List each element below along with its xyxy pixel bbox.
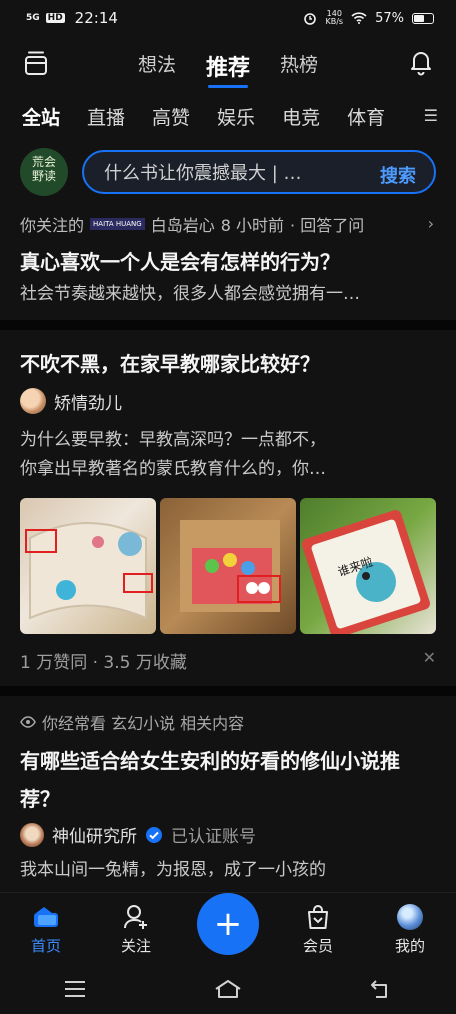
top-navigation: 想法 推荐 热榜 — [0, 40, 456, 88]
picture-book-illustration: 谁来啦 — [302, 510, 430, 634]
hd-badge: HD — [45, 13, 65, 23]
answer-excerpt[interactable]: 为什么要早教：早教高深吗？一点都不， 你拿出早教著名的蒙氏教育什么的，你… — [20, 426, 326, 484]
create-post-button[interactable]: + — [197, 893, 259, 955]
home-nav-icon[interactable] — [214, 979, 242, 999]
alarm-icon — [304, 13, 317, 25]
author-name[interactable]: 神仙研究所 — [52, 822, 137, 847]
wifi-icon — [351, 12, 367, 24]
avatar — [397, 904, 423, 930]
menu-icon[interactable] — [64, 980, 86, 998]
answer-image[interactable]: 谁来啦 — [300, 498, 436, 634]
category-menu-icon[interactable]: ☰ — [424, 106, 438, 125]
question-title[interactable]: 不吹不黑，在家早教哪家比较好？ — [20, 348, 320, 380]
search-placeholder: 什么书让你震撼最大 | … — [104, 163, 302, 184]
author-row[interactable]: 矫情劲儿 — [20, 388, 122, 414]
verified-label: 已认证账号 — [171, 827, 256, 847]
avatar[interactable] — [20, 822, 44, 847]
avatar[interactable] — [20, 388, 46, 414]
author-name[interactable]: 白岛岩心 — [151, 212, 215, 236]
answer-excerpt[interactable]: 我本山间一兔精，为报恩，成了一小孩的 — [20, 856, 326, 885]
author-name[interactable]: 矫情劲儿 — [54, 389, 122, 414]
back-icon[interactable] — [370, 979, 392, 999]
card-meta: 你关注的 HAITA HUANG 白岛岩心 8 小时前 · 回答了问 — [20, 212, 364, 236]
network-speed: 140 KB/s — [325, 9, 344, 26]
clock: 22:14 — [74, 9, 118, 27]
feed-card[interactable]: 你关注的 HAITA HUANG 白岛岩心 8 小时前 · 回答了问 › 真心喜… — [0, 206, 456, 318]
feed-card[interactable]: 不吹不黑，在家早教哪家比较好？ 矫情劲儿 为什么要早教：早教高深吗？一点都不， … — [0, 330, 456, 684]
category-all[interactable]: 全站 — [22, 103, 60, 130]
chevron-right-icon[interactable]: › — [428, 214, 434, 233]
vote-stats: 1 万赞同 · 3.5 万收藏 — [20, 653, 187, 673]
close-icon[interactable]: ✕ — [423, 648, 436, 667]
home-icon — [34, 907, 58, 927]
answer-excerpt[interactable]: 社会节奏越来越快，很多人都会感觉拥有一… — [20, 280, 360, 309]
search-input[interactable]: 什么书让你震撼最大 | … 搜索 — [82, 150, 436, 194]
question-title[interactable]: 有哪些适合给女生安利的好看的修仙小说推荐？ — [20, 742, 430, 818]
tab-recommend[interactable]: 推荐 — [206, 50, 250, 88]
author-row[interactable]: 神仙研究所 已认证账号 — [20, 822, 256, 847]
status-bar: 5G HD 22:14 140 KB/s 57% — [0, 0, 456, 36]
answer-image[interactable] — [160, 498, 296, 634]
battery-percent: 57% — [375, 10, 404, 26]
tab-hot[interactable]: 热榜 — [280, 50, 318, 82]
feed-card[interactable]: 你经常看 玄幻小说 相关内容 有哪些适合给女生安利的好看的修仙小说推荐？ 神仙研… — [0, 696, 456, 892]
author-badge: HAITA HUANG — [90, 218, 145, 230]
action-text: · 回答了问 — [290, 216, 365, 235]
promo-logo[interactable]: 荒会 野读 — [20, 148, 68, 196]
image-gallery: 谁来啦 — [20, 498, 436, 634]
system-navigation-bar — [0, 964, 456, 1014]
category-sports[interactable]: 体育 — [347, 103, 385, 130]
tab-ideas[interactable]: 想法 — [138, 50, 176, 82]
tab-home[interactable]: 首页 — [16, 903, 76, 956]
divider — [0, 320, 456, 330]
bell-icon[interactable] — [408, 48, 434, 76]
question-title[interactable]: 真心喜欢一个人是会有怎样的行为？ — [20, 246, 340, 278]
category-fade — [386, 96, 426, 136]
battery-icon — [412, 12, 434, 24]
category-esports[interactable]: 电竞 — [282, 103, 320, 130]
tab-me[interactable]: 我的 — [380, 903, 440, 956]
eye-icon — [20, 716, 36, 728]
recommend-reason: 你经常看 玄幻小说 相关内容 — [20, 710, 244, 734]
search-row: 荒会 野读 什么书让你震撼最大 | … 搜索 — [0, 148, 456, 196]
tab-follow[interactable]: 关注 — [106, 903, 166, 956]
tab-membership[interactable]: 会员 — [288, 903, 348, 956]
signal-indicator: 5G — [26, 12, 40, 23]
follow-user-icon — [124, 905, 147, 929]
follow-label: 你关注的 — [20, 216, 85, 235]
answer-image[interactable] — [20, 498, 156, 634]
post-time: 8 小时前 — [220, 216, 285, 235]
toy-box-illustration — [180, 520, 281, 612]
bottom-tab-bar: 首页 关注 + 会员 我的 — [0, 892, 456, 964]
toy-illustration — [25, 522, 153, 620]
search-button[interactable]: 搜索 — [380, 162, 416, 188]
verified-badge-icon — [146, 826, 162, 843]
category-live[interactable]: 直播 — [87, 103, 125, 130]
category-top-liked[interactable]: 高赞 — [152, 103, 190, 130]
shopping-bag-icon — [308, 905, 328, 929]
category-tabs: 全站 直播 高赞 娱乐 电竞 体育 ☰ — [0, 96, 456, 136]
category-entertainment[interactable]: 娱乐 — [217, 103, 255, 130]
divider — [0, 686, 456, 696]
